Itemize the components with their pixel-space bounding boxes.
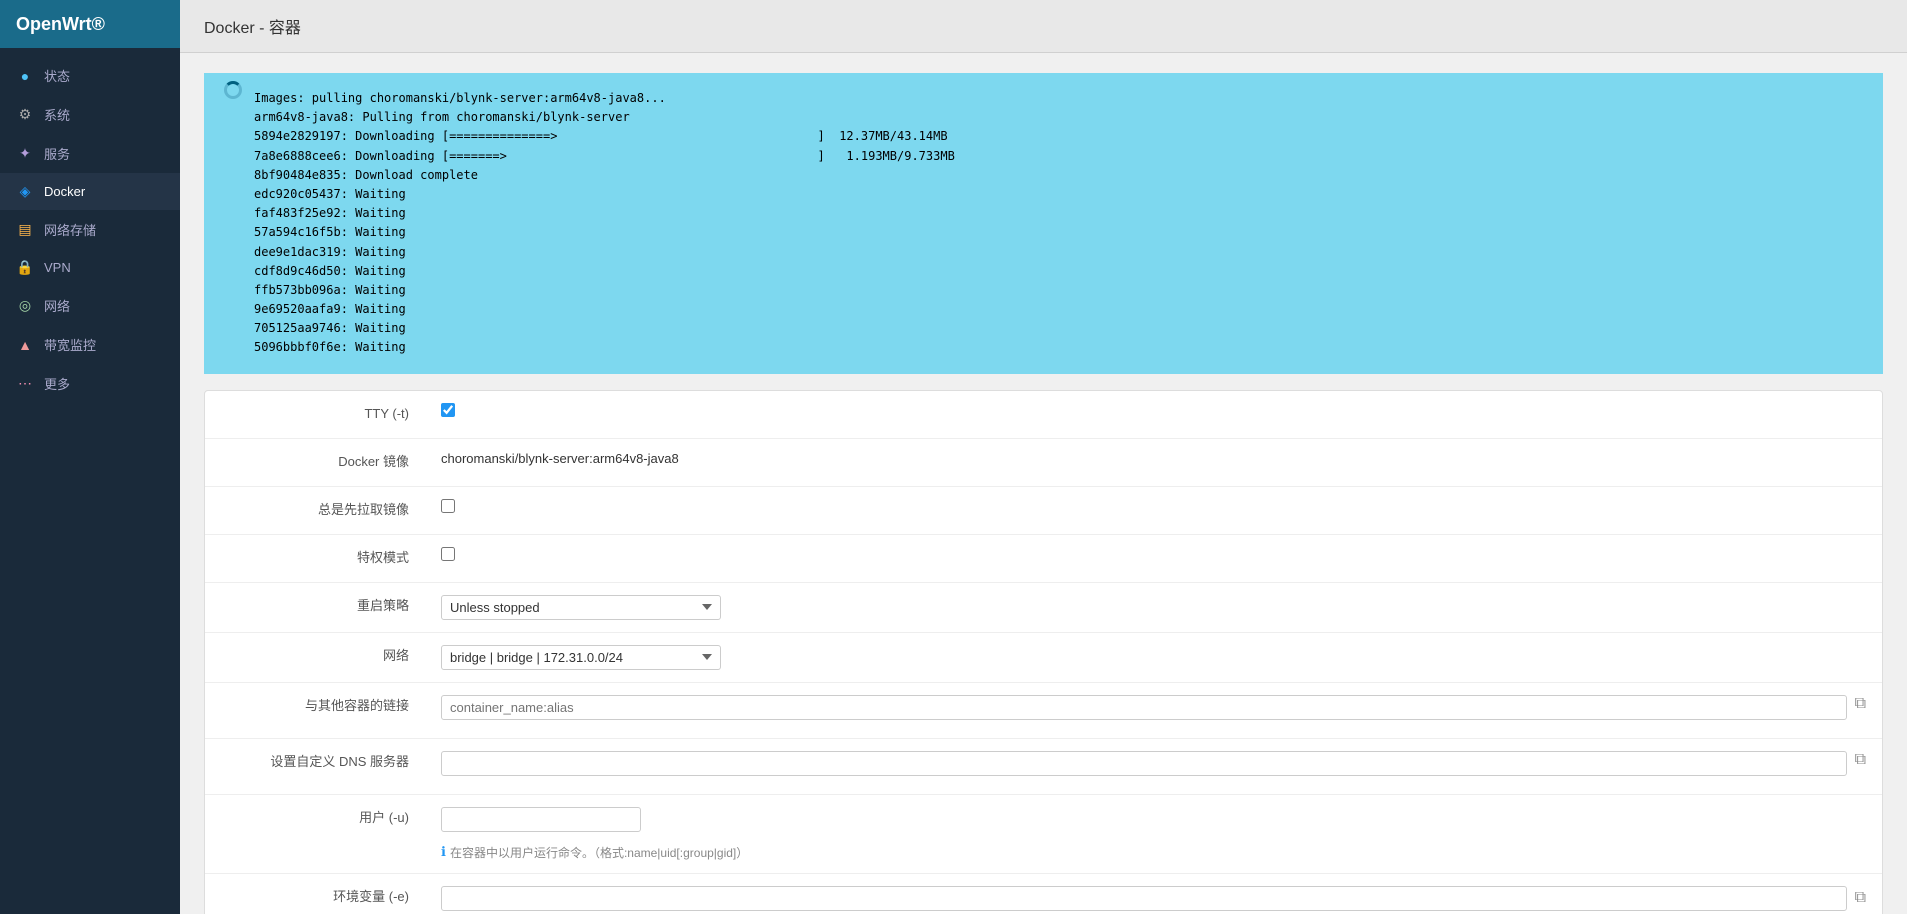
link-value: ⧉	[425, 683, 1882, 732]
vpn-icon: 🔒	[16, 259, 34, 276]
env-label: 环境变量 (-e)	[205, 874, 425, 914]
sidebar-label-storage: 网络存储	[44, 220, 96, 239]
system-icon: ⚙	[16, 106, 34, 123]
user-hint: ℹ 在容器中以用户运行命令。（格式:name|uid[:group|gid]）	[441, 844, 1866, 861]
sidebar-item-vpn[interactable]: 🔒 VPN	[0, 249, 180, 286]
tty-label: TTY (-t)	[205, 391, 425, 437]
tty-row: TTY (-t)	[205, 391, 1882, 439]
sidebar-item-network[interactable]: ◎ 网络	[0, 286, 180, 325]
status-icon: ●	[16, 68, 34, 84]
always-pull-checkbox[interactable]	[441, 499, 455, 513]
dns-row: 设置自定义 DNS 服务器 8.8.8.8 ⧉	[205, 739, 1882, 795]
sidebar-item-monitor[interactable]: ▲ 带宽监控	[0, 325, 180, 364]
user-value: 1000:1000 ℹ 在容器中以用户运行命令。（格式:name|uid[:gr…	[425, 795, 1882, 873]
sidebar-label-monitor: 带宽监控	[44, 335, 96, 354]
form-container: Images: pulling choromanski/blynk-server…	[180, 53, 1907, 914]
sidebar-item-storage[interactable]: ▤ 网络存储	[0, 210, 180, 249]
docker-icon: ◈	[16, 183, 34, 200]
sidebar-label-docker: Docker	[44, 184, 85, 199]
page-header: Docker - 容器	[180, 0, 1907, 53]
sidebar-item-service[interactable]: ✦ 服务	[0, 134, 180, 173]
page-title: Docker - 容器	[204, 20, 301, 37]
privileged-value	[425, 535, 1882, 573]
restart-label: 重启策略	[205, 583, 425, 629]
user-hint-icon: ℹ	[441, 844, 446, 860]
privileged-checkbox[interactable]	[441, 547, 455, 561]
more-icon: ⋯	[16, 375, 34, 392]
service-icon: ✦	[16, 145, 34, 162]
user-row: 用户 (-u) 1000:1000 ℹ 在容器中以用户运行命令。（格式:name…	[205, 795, 1882, 874]
terminal-overlay: Images: pulling choromanski/blynk-server…	[204, 73, 1883, 374]
loading-spinner	[224, 81, 242, 99]
network-icon: ◎	[16, 297, 34, 314]
always-pull-value	[425, 487, 1882, 525]
docker-image-row: Docker 镜像 choromanski/blynk-server:arm64…	[205, 439, 1882, 487]
link-copy-icon[interactable]: ⧉	[1855, 695, 1866, 713]
sidebar-nav: ● 状态 ⚙ 系统 ✦ 服务 ◈ Docker ▤ 网络存储 🔒 VPN	[0, 48, 180, 914]
restart-row: 重启策略 Unless stopped Always On failure No	[205, 583, 1882, 633]
sidebar: OpenWrt® ● 状态 ⚙ 系统 ✦ 服务 ◈ Docker ▤ 网络存储 …	[0, 0, 180, 914]
dns-label: 设置自定义 DNS 服务器	[205, 739, 425, 785]
network-row: 网络 bridge | bridge | 172.31.0.0/24	[205, 633, 1882, 683]
app-logo: OpenWrt®	[0, 0, 180, 48]
network-select[interactable]: bridge | bridge | 172.31.0.0/24	[441, 645, 721, 670]
sidebar-item-system[interactable]: ⚙ 系统	[0, 95, 180, 134]
docker-image-text: choromanski/blynk-server:arm64v8-java8	[441, 451, 679, 466]
sidebar-label-service: 服务	[44, 144, 70, 163]
dns-input[interactable]: 8.8.8.8	[441, 751, 1847, 776]
env-row: 环境变量 (-e) TZ=Asia/Shanghai ⧉ ℹ 在容器内部设置环境…	[205, 874, 1882, 914]
always-pull-row: 总是先拉取镜像	[205, 487, 1882, 535]
terminal-output: Images: pulling choromanski/blynk-server…	[254, 89, 1863, 358]
restart-value: Unless stopped Always On failure No	[425, 583, 1882, 632]
monitor-icon: ▲	[16, 337, 34, 353]
sidebar-label-system: 系统	[44, 105, 70, 124]
env-copy-icon[interactable]: ⧉	[1855, 889, 1866, 907]
sidebar-label-status: 状态	[44, 66, 70, 85]
network-label: 网络	[205, 633, 425, 679]
privileged-label: 特权模式	[205, 535, 425, 581]
docker-form: TTY (-t) Docker 镜像 choromanski/blynk-ser…	[204, 390, 1883, 914]
link-input[interactable]	[441, 695, 1847, 720]
link-label: 与其他容器的链接	[205, 683, 425, 729]
storage-icon: ▤	[16, 221, 34, 238]
sidebar-label-vpn: VPN	[44, 260, 71, 275]
always-pull-label: 总是先拉取镜像	[205, 487, 425, 533]
dns-value: 8.8.8.8 ⧉	[425, 739, 1882, 788]
sidebar-item-docker[interactable]: ◈ Docker	[0, 173, 180, 210]
tty-value	[425, 391, 1882, 429]
docker-image-label: Docker 镜像	[205, 439, 425, 485]
sidebar-label-more: 更多	[44, 374, 70, 393]
logo-text: OpenWrt®	[16, 14, 105, 35]
network-value: bridge | bridge | 172.31.0.0/24	[425, 633, 1882, 682]
docker-image-value: choromanski/blynk-server:arm64v8-java8	[425, 439, 1882, 478]
restart-select[interactable]: Unless stopped Always On failure No	[441, 595, 721, 620]
main-content: Docker - 容器 Images: pulling choromanski/…	[180, 0, 1907, 914]
env-value: TZ=Asia/Shanghai ⧉ ℹ 在容器内部设置环境变量	[425, 874, 1882, 914]
user-input[interactable]: 1000:1000	[441, 807, 641, 832]
user-hint-text: 在容器中以用户运行命令。（格式:name|uid[:group|gid]）	[450, 844, 748, 861]
user-label: 用户 (-u)	[205, 795, 425, 841]
tty-checkbox[interactable]	[441, 403, 455, 417]
dns-copy-icon[interactable]: ⧉	[1855, 751, 1866, 769]
sidebar-item-more[interactable]: ⋯ 更多	[0, 364, 180, 403]
sidebar-label-network: 网络	[44, 296, 70, 315]
sidebar-item-status[interactable]: ● 状态	[0, 56, 180, 95]
link-row: 与其他容器的链接 ⧉	[205, 683, 1882, 739]
env-input[interactable]: TZ=Asia/Shanghai	[441, 886, 1847, 911]
privileged-row: 特权模式	[205, 535, 1882, 583]
